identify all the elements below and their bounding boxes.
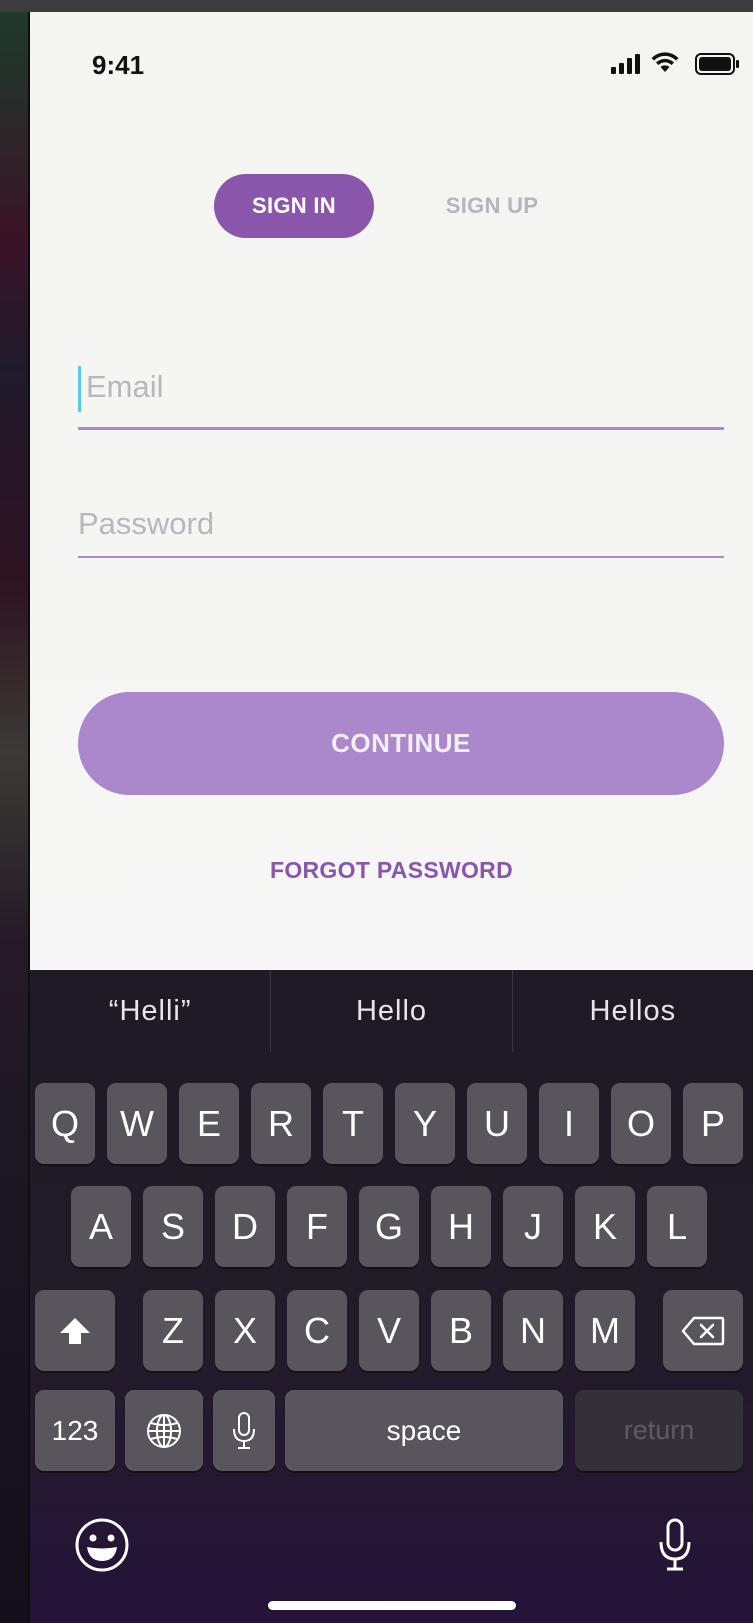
prediction-bar: “Helli” Hello Hellos [30, 970, 753, 1052]
password-field-container [78, 497, 724, 558]
signal-icon [611, 54, 640, 74]
key-u[interactable]: U [467, 1083, 527, 1164]
forgot-password-link[interactable]: FORGOT PASSWORD [30, 857, 753, 884]
key-f[interactable]: F [287, 1186, 347, 1267]
key-m[interactable]: M [575, 1290, 635, 1371]
prediction-item[interactable]: Hello [271, 970, 511, 1052]
key-n[interactable]: N [503, 1290, 563, 1371]
key-y[interactable]: Y [395, 1083, 455, 1164]
key-o[interactable]: O [611, 1083, 671, 1164]
password-field[interactable] [78, 497, 724, 551]
status-time: 9:41 [92, 50, 145, 80]
shift-icon [60, 1317, 90, 1344]
prediction-item[interactable]: Hellos [513, 970, 753, 1052]
key-r[interactable]: R [251, 1083, 311, 1164]
key-l[interactable]: L [647, 1186, 707, 1267]
backspace-key[interactable] [663, 1290, 743, 1371]
key-c[interactable]: C [287, 1290, 347, 1371]
window-top-bar [0, 0, 753, 12]
mic-icon [233, 1411, 255, 1449]
globe-icon [147, 1413, 181, 1448]
email-field[interactable] [78, 362, 732, 412]
key-i[interactable]: I [539, 1083, 599, 1164]
numbers-key[interactable]: 123 [35, 1390, 115, 1471]
home-indicator[interactable] [268, 1601, 516, 1610]
key-v[interactable]: V [359, 1290, 419, 1371]
prediction-item[interactable]: “Helli” [30, 970, 270, 1052]
key-q[interactable]: Q [35, 1083, 95, 1164]
mic-key[interactable] [213, 1390, 275, 1471]
keyboard: “Helli” Hello Hellos Q W E R T Y U I O P… [30, 970, 753, 1623]
phone-screen: 9:41 SIGN IN SIGN UP CONTINUE FORGOT PAS… [30, 12, 753, 1623]
key-j[interactable]: J [503, 1186, 563, 1267]
key-d[interactable]: D [215, 1186, 275, 1267]
shift-key[interactable] [35, 1290, 115, 1371]
continue-button[interactable]: CONTINUE [78, 692, 724, 795]
key-k[interactable]: K [575, 1186, 635, 1267]
battery-icon [695, 53, 739, 75]
key-z[interactable]: Z [143, 1290, 203, 1371]
tab-sign-up[interactable]: SIGN UP [422, 174, 562, 238]
return-key[interactable]: return [575, 1390, 743, 1471]
key-b[interactable]: B [431, 1290, 491, 1371]
dictation-icon[interactable] [658, 1517, 692, 1573]
key-g[interactable]: G [359, 1186, 419, 1267]
key-t[interactable]: T [323, 1083, 383, 1164]
key-a[interactable]: A [71, 1186, 131, 1267]
key-x[interactable]: X [215, 1290, 275, 1371]
key-w[interactable]: W [107, 1083, 167, 1164]
key-e[interactable]: E [179, 1083, 239, 1164]
emoji-icon[interactable] [74, 1517, 130, 1573]
tab-sign-in[interactable]: SIGN IN [214, 174, 374, 238]
key-p[interactable]: P [683, 1083, 743, 1164]
key-s[interactable]: S [143, 1186, 203, 1267]
wifi-icon [651, 52, 679, 72]
key-h[interactable]: H [431, 1186, 491, 1267]
email-field-container [78, 362, 732, 430]
space-key[interactable]: space [285, 1390, 563, 1471]
globe-key[interactable] [125, 1390, 203, 1471]
backspace-icon [681, 1316, 725, 1345]
background-wallpaper [0, 12, 30, 1623]
text-cursor [78, 366, 81, 412]
